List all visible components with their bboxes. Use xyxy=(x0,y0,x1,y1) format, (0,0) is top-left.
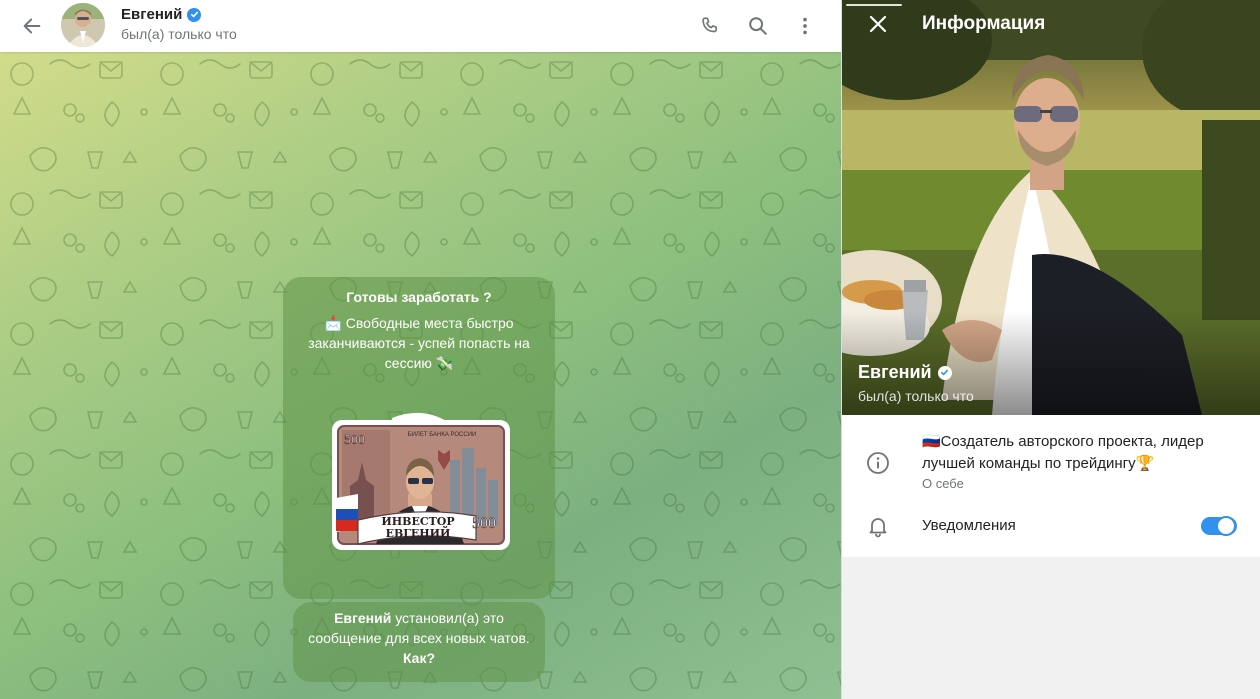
investor-banknote-sticker[interactable]: ИНВЕСТОР ЕВГЕНИЙ 500 500 БИЛЕТ БАНКА РОС… xyxy=(326,410,516,562)
notifications-toggle[interactable] xyxy=(1201,516,1237,536)
more-button[interactable] xyxy=(790,11,820,41)
info-card: 🇷🇺Создатель авторского проекта, лидер лу… xyxy=(842,415,1260,557)
bell-icon xyxy=(869,518,887,538)
profile-name: Евгений xyxy=(858,362,932,382)
notifications-label: Уведомления xyxy=(922,517,1016,534)
pinned-message-bubble[interactable]: Готовы заработать ? 📩 Свободные места бы… xyxy=(283,277,555,599)
profile-photo[interactable]: Информация Евгений был(а) только что xyxy=(842,0,1260,415)
message-text: 📩 Свободные места быстро заканчиваются -… xyxy=(308,315,530,371)
search-icon xyxy=(749,17,767,35)
how-link[interactable]: Как? xyxy=(403,650,435,666)
back-button[interactable] xyxy=(16,10,48,42)
bio-label: О себе xyxy=(922,476,964,491)
service-message-name[interactable]: Евгений xyxy=(334,610,391,626)
service-message: Евгений установил(а) это сообщение для в… xyxy=(293,602,545,682)
verified-icon xyxy=(937,365,952,380)
phone-icon xyxy=(702,17,718,33)
photo-progress-bar xyxy=(846,4,902,6)
avatar[interactable] xyxy=(61,3,105,47)
sticker-banner-line2: ЕВГЕНИЙ xyxy=(386,525,451,540)
info-panel: Информация Евгений был(а) только что 🇷🇺С… xyxy=(842,0,1260,699)
notifications-row[interactable]: Уведомления xyxy=(842,507,1260,547)
search-button[interactable] xyxy=(743,11,773,41)
close-icon xyxy=(869,15,887,33)
chat-pane: Евгений был(а) только что Готовы заработ… xyxy=(0,0,841,699)
profile-status: был(а) только что xyxy=(858,388,974,404)
sticker-denomination-top: 500 xyxy=(344,433,365,448)
sticker-header: БИЛЕТ БАНКА РОССИИ xyxy=(408,432,477,438)
chat-title[interactable]: Евгений xyxy=(121,6,182,23)
verified-icon xyxy=(187,7,202,22)
back-arrow-icon xyxy=(23,18,41,34)
info-icon xyxy=(867,452,889,474)
call-button[interactable] xyxy=(695,11,725,41)
toggle-knob xyxy=(1216,516,1236,536)
chat-status: был(а) только что xyxy=(121,26,237,42)
bio-text[interactable]: 🇷🇺Создатель авторского проекта, лидер лу… xyxy=(922,431,1244,475)
chat-background: Готовы заработать ? 📩 Свободные места бы… xyxy=(0,52,841,699)
message-title: Готовы заработать ? xyxy=(346,289,492,305)
close-button[interactable] xyxy=(862,8,894,40)
chat-header: Евгений был(а) только что xyxy=(0,0,841,52)
panel-title: Информация xyxy=(922,13,1046,34)
sticker-denomination-bottom: 500 xyxy=(472,515,496,532)
more-vertical-icon xyxy=(803,17,807,35)
